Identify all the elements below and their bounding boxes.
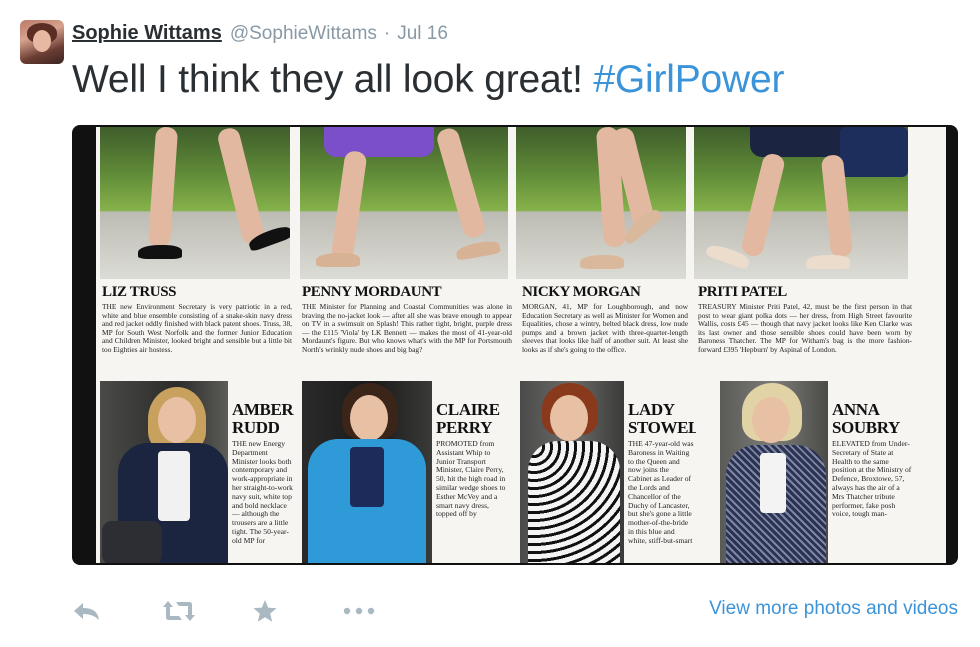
photo-nicky-morgan-legs xyxy=(516,127,686,279)
label-priti-patel: PRITI PATEL xyxy=(698,284,787,300)
author-handle[interactable]: @SophieWittams xyxy=(230,23,377,45)
newspaper-clipping: LIZ TRUSS PENNY MORDAUNT NICKY MORGAN PR… xyxy=(96,127,946,563)
avatar[interactable] xyxy=(20,20,64,64)
caption-claire-perry: PROMOTED from Assistant Whip to Junior T… xyxy=(436,439,506,519)
more-dots-icon xyxy=(343,607,375,615)
retweet-button[interactable] xyxy=(162,596,252,626)
photo-amber-rudd xyxy=(100,381,228,563)
photo-anna-soubry xyxy=(720,381,828,563)
caption-anna-soubry: ELEVATED from Under-Secretary of State a… xyxy=(832,439,912,519)
photo-penny-mordaunt-legs xyxy=(300,127,508,279)
name-amber: AMBER xyxy=(232,400,294,419)
name-stowell: STOWELL xyxy=(628,418,696,437)
hashtag-link[interactable]: #GirlPower xyxy=(593,58,784,101)
photo-priti-patel-legs xyxy=(694,127,908,279)
retweet-icon xyxy=(163,601,195,621)
caption-penny-mordaunt: THE Minister for Planning and Coastal Co… xyxy=(302,303,512,354)
label-liz-truss: LIZ TRUSS xyxy=(102,284,177,300)
name-lady: LADY xyxy=(628,400,675,419)
tweet-text: Well I think they all look great! #GirlP… xyxy=(72,58,784,102)
photo-lady-stowell xyxy=(520,381,624,563)
favorite-button[interactable] xyxy=(252,596,342,626)
photo-liz-truss-legs xyxy=(100,127,290,279)
photo-claire-perry xyxy=(302,381,432,563)
name-anna: ANNA xyxy=(832,400,880,419)
tweet-date[interactable]: Jul 16 xyxy=(397,23,448,45)
star-icon xyxy=(253,600,277,622)
caption-block-lady-stowell: LADY STOWELL THE 47-year-old was Barones… xyxy=(624,381,696,563)
tweet-actions xyxy=(72,596,432,626)
caption-block-anna-soubry: ANNA SOUBRY ELEVATED from Under-Secretar… xyxy=(828,381,914,563)
reply-icon xyxy=(74,603,99,620)
caption-block-claire-perry: CLAIRE PERRY PROMOTED from Assistant Whi… xyxy=(432,381,512,563)
tweet-body: Well I think they all look great! xyxy=(72,58,594,101)
reply-button[interactable] xyxy=(72,596,162,626)
label-nicky-morgan: NICKY MORGAN xyxy=(522,284,641,300)
more-button[interactable] xyxy=(342,596,432,626)
label-penny-mordaunt: PENNY MORDAUNT xyxy=(302,284,442,300)
caption-priti-patel: TREASURY Minister Priti Patel, 42, must … xyxy=(698,303,912,354)
author-name[interactable]: Sophie Wittams xyxy=(72,22,222,45)
caption-liz-truss: THE new Environment Secretary is very pa… xyxy=(102,303,292,354)
tweet-media-image[interactable]: LIZ TRUSS PENNY MORDAUNT NICKY MORGAN PR… xyxy=(72,125,958,565)
caption-nicky-morgan: MORGAN, 41, MP for Loughborough, and now… xyxy=(522,303,688,354)
caption-block-amber-rudd: AMBER RUDD THE new Energy Department Min… xyxy=(228,381,296,563)
name-claire: CLAIRE xyxy=(436,400,500,419)
name-perry: PERRY xyxy=(436,418,492,437)
caption-amber-rudd: THE new Energy Department Minister looks… xyxy=(232,439,293,545)
name-rudd: RUDD xyxy=(232,418,280,437)
caption-lady-stowell: THE 47-year-old was Baroness in Waiting … xyxy=(628,439,694,545)
separator: · xyxy=(383,23,391,44)
view-more-media-link[interactable]: View more photos and videos xyxy=(709,598,958,620)
name-soubry: SOUBRY xyxy=(832,418,900,437)
tweet-header: Sophie Wittams @SophieWittams · Jul 16 xyxy=(72,22,448,45)
